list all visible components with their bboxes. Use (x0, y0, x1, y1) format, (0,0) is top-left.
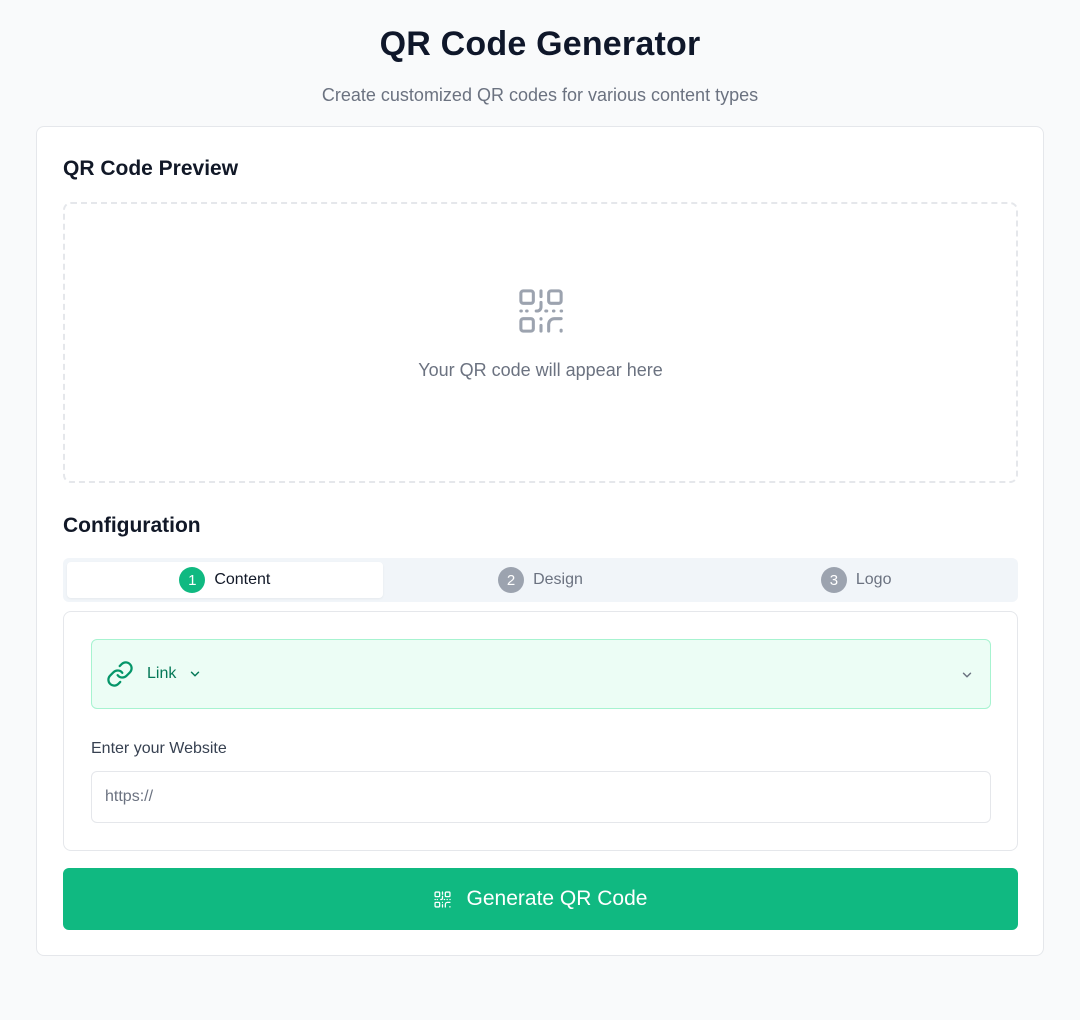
qr-preview-area: Your QR code will appear here (63, 202, 1018, 483)
tab-label: Logo (855, 571, 892, 588)
page-subtitle: Create customized QR codes for various c… (321, 85, 759, 105)
generate-qr-button[interactable]: Generate QR Code (63, 868, 1018, 930)
tab-label: Content (214, 571, 271, 588)
website-url-input[interactable] (91, 771, 991, 823)
chevron-down-icon (191, 671, 200, 677)
content-type-label: Link (147, 665, 177, 682)
tab-step-badge: 3 (820, 567, 847, 593)
generator-card: QR Code Preview Your QR code will appear… (36, 126, 1044, 956)
configuration-section-title: Configuration (63, 514, 201, 537)
page-title: QR Code Generator (379, 25, 701, 63)
chevron-down-icon (962, 672, 972, 678)
link-icon (107, 661, 133, 687)
configuration-tabs: 1 Content 2 Design 3 Logo (63, 558, 1018, 602)
tab-logo[interactable]: 3 Logo (698, 562, 1014, 598)
tab-step-badge: 2 (498, 567, 525, 593)
qr-code-icon (433, 890, 451, 908)
content-panel: Link Enter your Website (63, 611, 1018, 851)
tab-label: Design (533, 571, 583, 588)
tab-step-badge: 1 (179, 567, 206, 593)
website-field-label: Enter your Website (91, 740, 227, 757)
preview-section-title: QR Code Preview (63, 157, 239, 180)
page-header: QR Code Generator Create customized QR c… (0, 0, 1080, 125)
content-type-select[interactable]: Link (91, 639, 991, 709)
qr-code-icon (518, 289, 563, 333)
tab-design[interactable]: 2 Design (383, 562, 699, 598)
tab-content[interactable]: 1 Content (67, 562, 383, 598)
generate-button-label: Generate QR Code (466, 887, 648, 910)
preview-placeholder-text: Your QR code will appear here (418, 360, 663, 380)
